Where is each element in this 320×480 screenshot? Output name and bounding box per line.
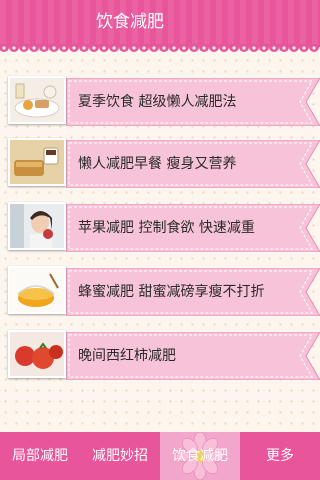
page-title: 饮食减肥 <box>96 12 164 32</box>
breakfast-plate-image <box>8 76 66 124</box>
woman-apple-image <box>8 202 66 250</box>
list-item-label: 蜂蜜减肥 甜蜜减磅享瘦不打折 <box>78 284 265 300</box>
tab-label: 饮食减肥 <box>172 448 228 464</box>
list-item[interactable]: 蜂蜜减肥 甜蜜减磅享瘦不打折 <box>8 266 320 318</box>
tab-label: 更多 <box>266 448 294 464</box>
honey-jar-image <box>8 266 66 314</box>
tab-diet-slimming[interactable]: 饮食减肥 <box>160 432 240 480</box>
list-item[interactable]: 晚间西红柿减肥 <box>8 330 320 382</box>
list-item-label: 苹果减肥 控制食欲 快速减重 <box>78 220 255 236</box>
bottom-tab-bar: 局部减肥 减肥妙招 饮食减肥 更多 <box>0 432 320 480</box>
list-item-label: 懒人减肥早餐 瘦身又营养 <box>78 156 237 172</box>
tab-more[interactable]: 更多 <box>240 432 320 480</box>
tab-slimming-tips[interactable]: 减肥妙招 <box>80 432 160 480</box>
list-item[interactable]: 懒人减肥早餐 瘦身又营养 <box>8 138 320 190</box>
tab-local-slimming[interactable]: 局部减肥 <box>0 432 80 480</box>
tab-label: 局部减肥 <box>12 448 68 464</box>
list-item[interactable]: 夏季饮食 超级懒人减肥法 <box>8 76 320 128</box>
tab-label: 减肥妙招 <box>92 448 148 464</box>
list-item-label: 夏季饮食 超级懒人减肥法 <box>78 94 237 110</box>
app-header: 饮食减肥 <box>0 0 320 44</box>
list-item[interactable]: 苹果减肥 控制食欲 快速减重 <box>8 202 320 254</box>
list-item-label: 晚间西红柿减肥 <box>78 348 176 364</box>
bread-coffee-image <box>8 138 66 186</box>
tomato-image <box>8 330 66 378</box>
lace-border <box>0 44 320 58</box>
